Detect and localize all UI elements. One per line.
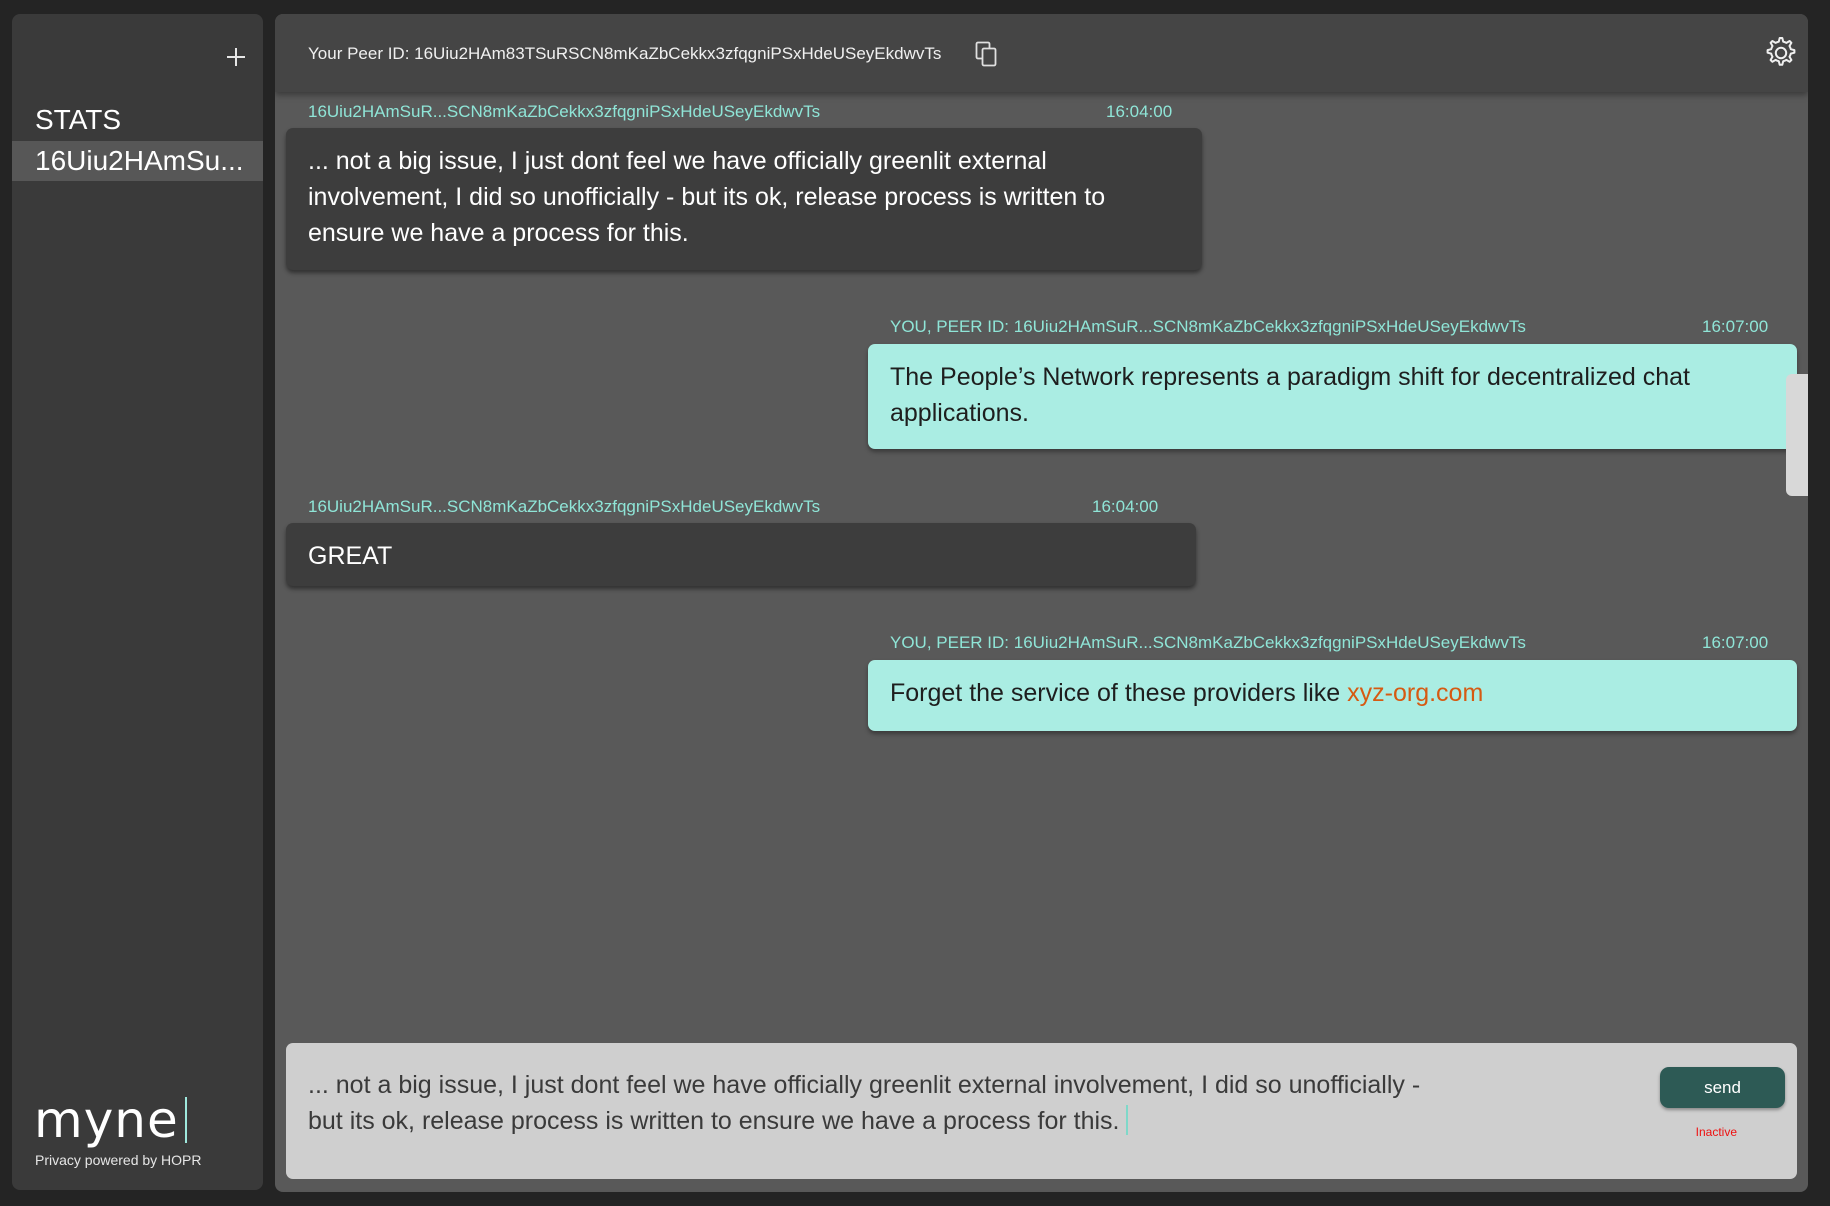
- message-time: 16:04:00: [1092, 497, 1159, 516]
- brand-logo-text: myne: [34, 1091, 179, 1149]
- header-bar: Your Peer ID: 16Uiu2HAm83TSuRSCN8mKaZbCe…: [275, 14, 1808, 92]
- message-sender: YOU, PEER ID: 16Uiu2HAmSuR...SCN8mKaZbCe…: [890, 317, 1526, 336]
- brand-logo: myne: [34, 1094, 202, 1146]
- message-time: 16:07:00: [1702, 317, 1769, 336]
- message-bubble-outgoing: Forget the service of these providers li…: [868, 660, 1797, 731]
- scrollbar-thumb[interactable]: [1786, 374, 1808, 496]
- connection-status: Inactive: [1695, 1125, 1737, 1139]
- message-input-value: ... not a big issue, I just dont feel we…: [308, 1071, 1421, 1135]
- sidebar-item-conversation[interactable]: 16Uiu2HAmSu...: [12, 141, 263, 181]
- brand: myne Privacy powered by HOPR: [34, 1094, 202, 1168]
- message-bubble-outgoing: The People’s Network represents a paradi…: [868, 344, 1797, 449]
- message-composer: ... not a big issue, I just dont feel we…: [286, 1043, 1797, 1179]
- message-sender: 16Uiu2HAmSuR...SCN8mKaZbCekkx3zfqgniPSxH…: [308, 102, 821, 121]
- send-button[interactable]: send: [1660, 1067, 1785, 1108]
- message-time: 16:07:00: [1702, 633, 1769, 652]
- message-bubble-incoming: ... not a big issue, I just dont feel we…: [286, 128, 1202, 270]
- message-input[interactable]: ... not a big issue, I just dont feel we…: [308, 1067, 1428, 1139]
- message-text: Forget the service of these providers li…: [890, 679, 1348, 707]
- message-sender: 16Uiu2HAmSuR...SCN8mKaZbCekkx3zfqgniPSxH…: [308, 497, 821, 516]
- message-sender: YOU, PEER ID: 16Uiu2HAmSuR...SCN8mKaZbCe…: [890, 633, 1526, 652]
- text-caret: [1125, 1105, 1128, 1135]
- add-conversation-button[interactable]: [223, 44, 249, 70]
- message-time: 16:04:00: [1106, 102, 1173, 121]
- sidebar-item-stats[interactable]: STATS: [12, 100, 263, 140]
- message-link[interactable]: xyz-org.com: [1347, 679, 1483, 707]
- brand-tagline: Privacy powered by HOPR: [35, 1152, 202, 1168]
- copy-icon[interactable]: [975, 41, 997, 67]
- sidebar: STATS 16Uiu2HAmSu... myne Privacy powere…: [12, 14, 263, 1190]
- gear-icon[interactable]: [1764, 36, 1798, 70]
- chat-panel: Your Peer ID: 16Uiu2HAm83TSuRSCN8mKaZbCe…: [275, 14, 1808, 1192]
- peer-id-label: Your Peer ID: 16Uiu2HAm83TSuRSCN8mKaZbCe…: [308, 44, 942, 63]
- brand-cursor: [184, 1097, 187, 1143]
- message-bubble-incoming: GREAT: [286, 523, 1196, 586]
